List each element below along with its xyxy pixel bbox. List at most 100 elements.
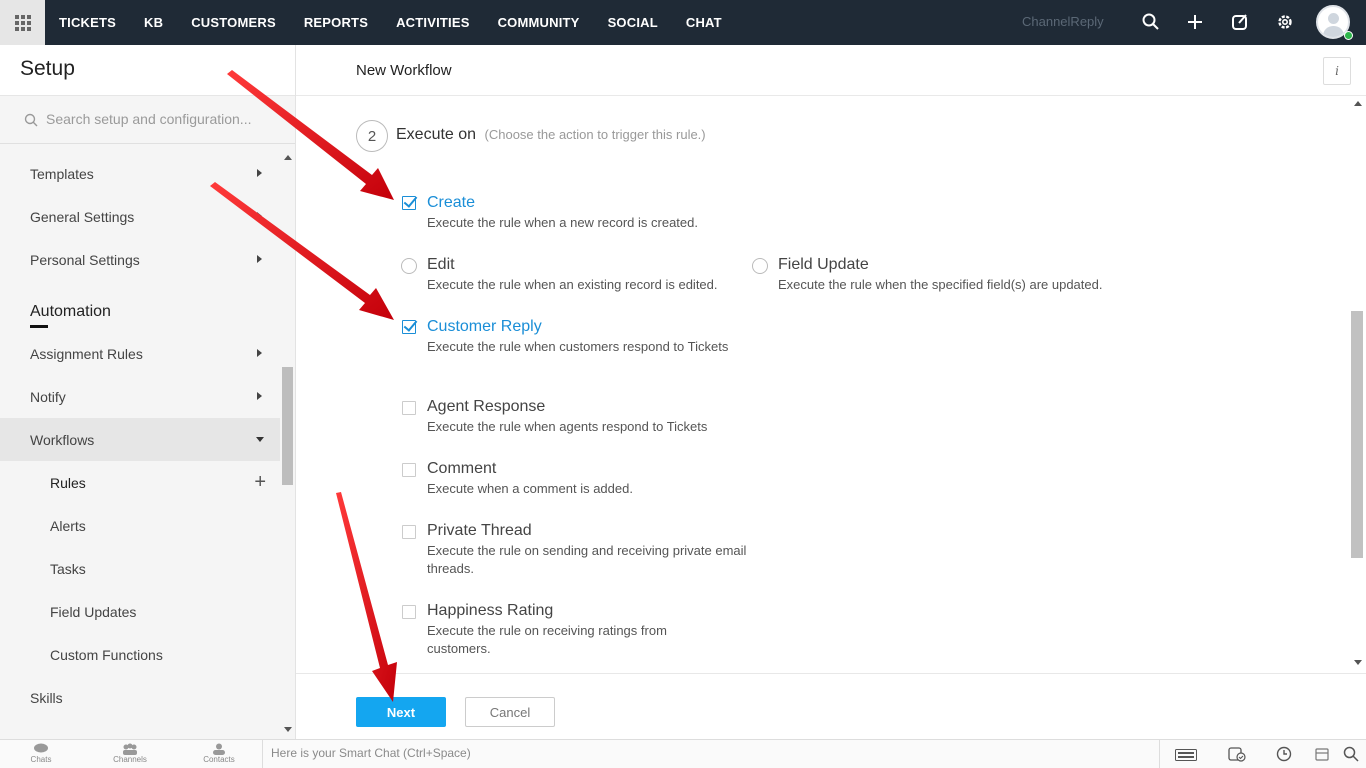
sidebar-item-templates[interactable]: Templates	[0, 152, 280, 195]
online-status-dot	[1344, 31, 1353, 40]
nav-reports[interactable]: REPORTS	[290, 0, 382, 45]
keyboard-icon[interactable]	[1175, 749, 1197, 761]
sidebar-item-alerts[interactable]: Alerts	[0, 504, 280, 547]
sidebar-item-rules[interactable]: Rules +	[0, 461, 280, 504]
nav-customers[interactable]: CUSTOMERS	[177, 0, 290, 45]
nav-kb[interactable]: KB	[130, 0, 177, 45]
option-label[interactable]: Happiness Rating	[427, 601, 707, 621]
sidebar-item-workflows[interactable]: Workflows	[0, 418, 280, 461]
apps-grid-button[interactable]	[0, 0, 45, 45]
sidebar-item-tasks[interactable]: Tasks	[0, 547, 280, 590]
happiness-rating-checkbox[interactable]	[402, 605, 416, 619]
option-description: Execute the rule on receiving ratings fr…	[427, 623, 667, 656]
option-description: Execute the rule when an existing record…	[427, 277, 718, 292]
section-underline	[30, 325, 48, 328]
chats-button[interactable]: Chats	[11, 741, 71, 764]
main-scroll-up[interactable]	[1354, 101, 1362, 106]
archive-icon[interactable]	[1314, 746, 1330, 762]
nav-social[interactable]: SOCIAL	[594, 0, 672, 45]
field-update-radio[interactable]	[752, 258, 768, 274]
sidebar-item-label: Tasks	[50, 560, 86, 577]
nav-activities[interactable]: ACTIVITIES	[382, 0, 484, 45]
main-scroll-down[interactable]	[1354, 660, 1362, 665]
option-label[interactable]: Private Thread	[427, 521, 747, 541]
brand-name[interactable]: ChannelReply	[1022, 14, 1104, 29]
chevron-down-icon	[256, 437, 264, 442]
gear-icon[interactable]	[1275, 12, 1295, 32]
sidebar-item-personal-settings[interactable]: Personal Settings	[0, 238, 280, 281]
sidebar-item-custom-functions[interactable]: Custom Functions	[0, 633, 280, 676]
people-icon	[123, 743, 137, 755]
search-icon	[24, 113, 38, 127]
sidebar-item-label: Custom Functions	[50, 646, 163, 663]
main-header: New Workflow i	[296, 45, 1366, 96]
setup-sidebar: Setup Templates General Settings Persona…	[0, 45, 296, 739]
nav-tickets[interactable]: TICKETS	[45, 0, 130, 45]
option-create: Create Execute the rule when a new recor…	[427, 193, 698, 232]
sidebar-item-skills[interactable]: Skills	[0, 676, 280, 719]
option-label[interactable]: Field Update	[778, 255, 1102, 275]
sidebar-scroll-up[interactable]	[284, 155, 292, 160]
edit-radio[interactable]	[401, 258, 417, 274]
chevron-right-icon	[257, 255, 262, 263]
search-icon[interactable]	[1141, 12, 1161, 32]
clock-icon[interactable]	[1276, 746, 1292, 762]
option-edit: Edit Execute the rule when an existing r…	[427, 255, 718, 294]
main-scrollbar-thumb[interactable]	[1351, 311, 1363, 558]
add-rule-icon[interactable]: +	[254, 471, 266, 494]
sidebar-item-label: Field Updates	[50, 603, 137, 620]
setup-title: Setup	[20, 57, 75, 80]
sidebar-item-label: Assignment Rules	[30, 345, 143, 362]
option-field-update: Field Update Execute the rule when the s…	[778, 255, 1102, 294]
contacts-label: Contacts	[203, 755, 235, 764]
option-label[interactable]: Customer Reply	[427, 317, 737, 337]
option-description: Execute the rule when customers respond …	[427, 339, 729, 354]
chevron-right-icon	[257, 212, 262, 220]
channels-button[interactable]: Channels	[100, 741, 160, 764]
sidebar-header: Setup	[0, 45, 295, 96]
sidebar-item-assignment-rules[interactable]: Assignment Rules	[0, 332, 280, 375]
search-icon[interactable]	[1343, 746, 1359, 762]
smart-chat-input[interactable]	[271, 746, 871, 760]
agent-response-checkbox[interactable]	[402, 401, 416, 415]
comment-checkbox[interactable]	[402, 463, 416, 477]
chevron-right-icon	[257, 349, 262, 357]
sidebar-item-general-settings[interactable]: General Settings	[0, 195, 280, 238]
contacts-button[interactable]: Contacts	[189, 741, 249, 764]
info-button[interactable]: i	[1323, 57, 1351, 85]
private-thread-checkbox[interactable]	[402, 525, 416, 539]
arrow-to-next-button	[336, 492, 397, 702]
next-button[interactable]: Next	[356, 697, 446, 727]
option-label[interactable]: Agent Response	[427, 397, 707, 417]
plus-icon[interactable]	[1185, 12, 1205, 32]
option-description: Execute the rule when the specified fiel…	[778, 277, 1103, 292]
option-customer-reply: Customer Reply Execute the rule when cus…	[427, 317, 737, 356]
contact-icon	[213, 743, 225, 755]
sidebar-scrollbar-thumb[interactable]	[282, 367, 293, 485]
tasks-check-icon[interactable]	[1228, 746, 1246, 762]
nav-chat[interactable]: CHAT	[672, 0, 736, 45]
option-comment: Comment Execute when a comment is added.	[427, 459, 633, 498]
setup-search-input[interactable]	[46, 111, 256, 127]
smart-chat-bar	[262, 740, 1160, 768]
sidebar-scroll-down[interactable]	[284, 727, 292, 732]
create-checkbox[interactable]	[402, 196, 416, 210]
sidebar-item-field-updates[interactable]: Field Updates	[0, 590, 280, 633]
option-description: Execute the rule when agents respond to …	[427, 419, 708, 434]
option-label[interactable]: Comment	[427, 459, 633, 479]
step-title-text: Execute on	[396, 126, 477, 143]
compose-icon[interactable]	[1230, 12, 1250, 32]
info-icon: i	[1335, 64, 1339, 78]
apps-grid-icon	[14, 14, 31, 31]
option-description: Execute when a comment is added.	[427, 481, 633, 496]
bottom-bar: Chats Channels Contacts	[0, 739, 1366, 768]
main-nav: TICKETS KB CUSTOMERS REPORTS ACTIVITIES …	[45, 0, 736, 45]
nav-community[interactable]: COMMUNITY	[484, 0, 594, 45]
customer-reply-checkbox[interactable]	[402, 320, 416, 334]
cancel-button[interactable]: Cancel	[465, 697, 555, 727]
option-label[interactable]: Create	[427, 193, 698, 213]
option-label[interactable]: Edit	[427, 255, 718, 275]
sidebar-item-notify[interactable]: Notify	[0, 375, 280, 418]
sidebar-item-label: Workflows	[30, 431, 95, 448]
top-navigation-bar: TICKETS KB CUSTOMERS REPORTS ACTIVITIES …	[0, 0, 1366, 45]
